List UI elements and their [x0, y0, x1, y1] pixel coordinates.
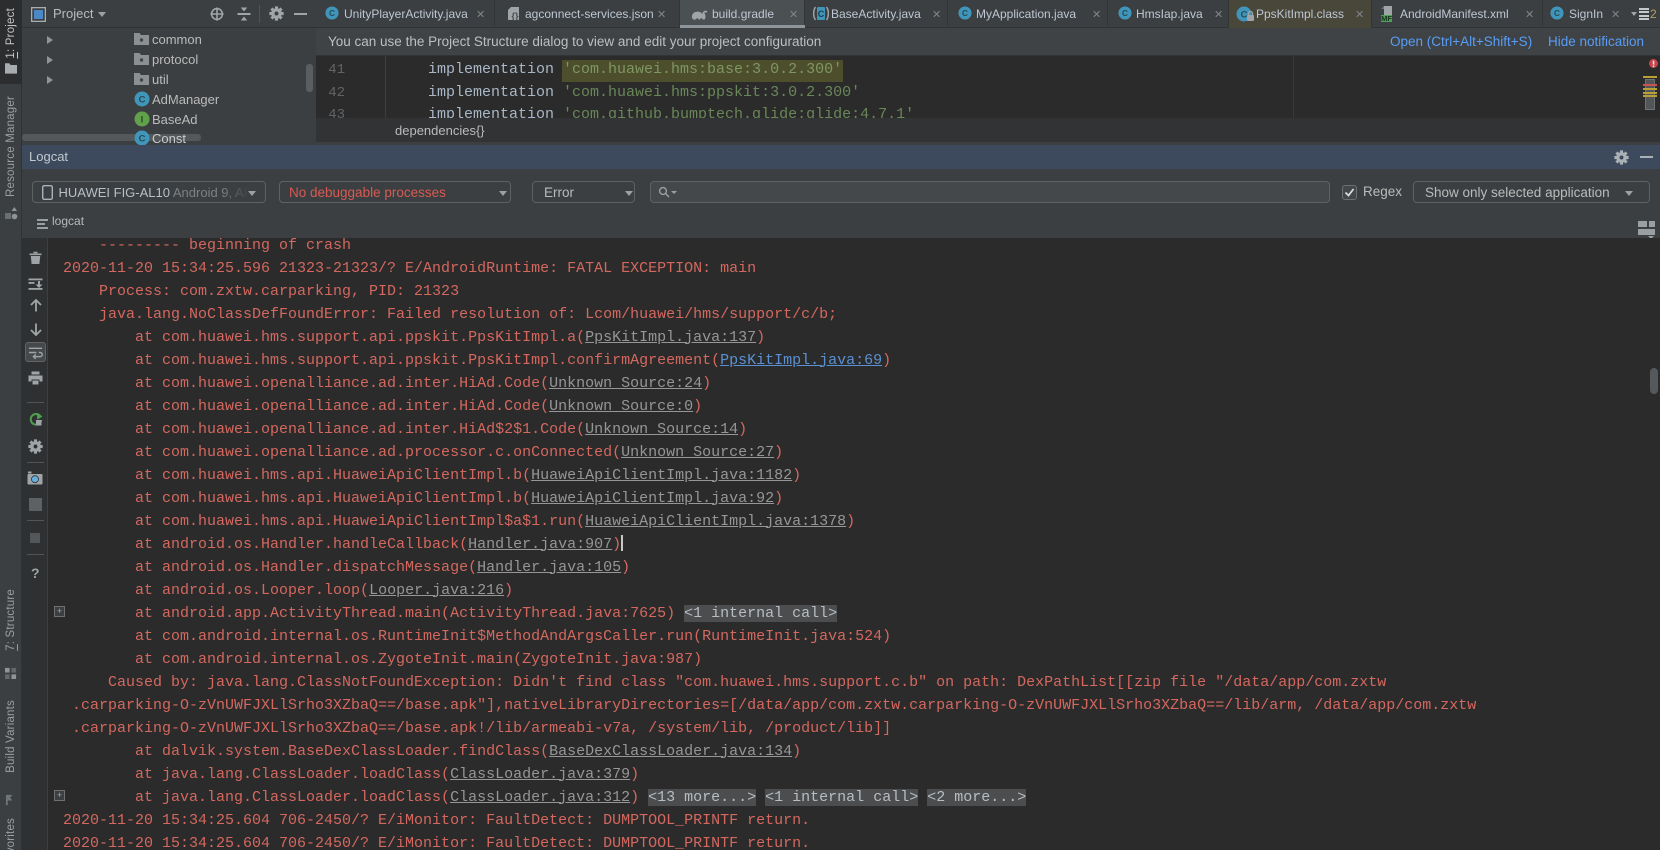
svg-text:C: C — [1122, 8, 1128, 18]
svg-text:C: C — [1554, 8, 1560, 18]
svg-text:C: C — [329, 8, 335, 18]
svg-text:C: C — [1241, 10, 1248, 21]
svg-text:I: I — [141, 115, 144, 126]
svg-text:{}: {} — [511, 11, 519, 21]
svg-text:MF: MF — [1381, 14, 1392, 22]
svg-text:C: C — [139, 134, 146, 145]
svg-text:C: C — [962, 8, 968, 18]
svg-text:C: C — [818, 9, 825, 19]
svg-text:C: C — [139, 95, 146, 106]
